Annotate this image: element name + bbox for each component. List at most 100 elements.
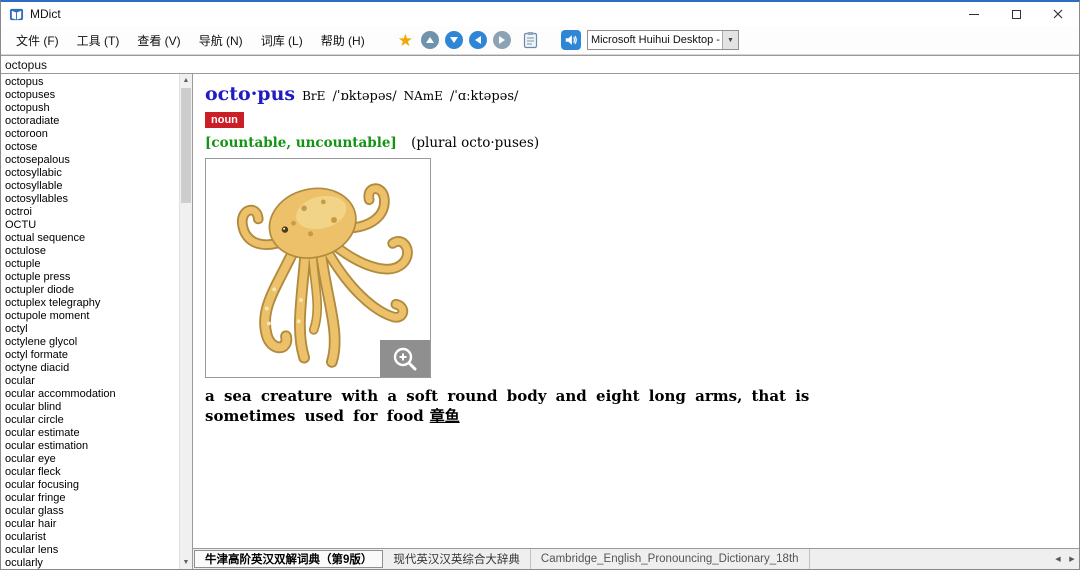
titlebar: MDict xyxy=(1,2,1079,26)
word-list-item[interactable]: octyne diacid xyxy=(1,362,179,375)
word-list-item[interactable]: octylene glycol xyxy=(1,336,179,349)
word-list-item[interactable]: ocular accommodation xyxy=(1,388,179,401)
definition-english: a sea creature with a soft round body an… xyxy=(205,387,809,425)
word-list-item[interactable]: octosyllables xyxy=(1,193,179,206)
word-list-panel: octopus octopuses octopush octoradiate o… xyxy=(1,74,193,569)
nav-down-button[interactable] xyxy=(445,31,463,49)
word-list-item[interactable]: ocular glass xyxy=(1,505,179,518)
word-list-item[interactable]: octopush xyxy=(1,102,179,115)
part-of-speech-badge: noun xyxy=(205,112,244,128)
word-list-item[interactable]: octulose xyxy=(1,245,179,258)
tts-voice-value: Microsoft Huihui Desktop - C xyxy=(588,31,722,49)
word-list-item[interactable]: octopus xyxy=(1,76,179,89)
content-panel: octo·pus BrE /ˈɒktəpəs/ NAmE /ˈɑːktəpəs/… xyxy=(193,74,1079,569)
scrollbar-down-icon[interactable]: ▼ xyxy=(180,556,192,569)
word-list-item[interactable]: ocular estimation xyxy=(1,440,179,453)
toolbar: ★ Microsoft Huihui Desktop xyxy=(398,30,739,50)
entry-image xyxy=(205,158,431,378)
scrollbar-thumb[interactable] xyxy=(181,88,191,203)
search-input[interactable] xyxy=(1,55,1079,74)
tab-cambridge-pronouncing-dictionary[interactable]: Cambridge_English_Pronouncing_Dictionary… xyxy=(531,549,810,569)
word-list-scrollbar[interactable]: ▲ ▼ xyxy=(179,74,192,569)
minimize-button[interactable] xyxy=(953,2,995,26)
minimize-icon xyxy=(969,14,979,15)
word-list-item[interactable]: ocular hair xyxy=(1,518,179,531)
nav-forward-button[interactable] xyxy=(493,31,511,49)
word-list-item[interactable]: octoradiate xyxy=(1,115,179,128)
plural-form: (plural octo·puses) xyxy=(411,135,539,151)
window-title: MDict xyxy=(30,7,953,21)
bre-label: BrE xyxy=(302,89,325,103)
maximize-button[interactable] xyxy=(995,2,1037,26)
up-arrow-icon xyxy=(426,37,434,43)
word-list-item[interactable]: OCTU xyxy=(1,219,179,232)
tab-bar-spacer xyxy=(810,549,1051,569)
mdict-window: MDict 文件 (F) 工具 (T) 查看 (V) 导航 (N) 词库 (L)… xyxy=(0,0,1080,570)
word-list-item[interactable]: octuplex telegraphy xyxy=(1,297,179,310)
word-list-item[interactable]: ocular blind xyxy=(1,401,179,414)
tab-scroll-left-icon[interactable]: ◀ xyxy=(1051,549,1065,569)
bre-pronunciation: /ˈɒktəpəs/ xyxy=(332,89,396,104)
word-list-item[interactable]: ocularly xyxy=(1,557,179,569)
grammar-line: [countable, uncountable] (plural octo·pu… xyxy=(205,135,1069,151)
main-body: octopus octopuses octopush octoradiate o… xyxy=(1,74,1079,569)
menu-navigate[interactable]: 导航 (N) xyxy=(190,28,252,53)
close-button[interactable] xyxy=(1037,2,1079,26)
pronounce-button[interactable] xyxy=(561,30,581,50)
word-list-item[interactable]: ocular fleck xyxy=(1,466,179,479)
word-list-item[interactable]: ocular xyxy=(1,375,179,388)
combo-dropdown-icon[interactable]: ▼ xyxy=(722,31,738,49)
dictionary-entry: octo·pus BrE /ˈɒktəpəs/ NAmE /ˈɑːktəpəs/… xyxy=(193,74,1079,548)
word-list-item[interactable]: ocular circle xyxy=(1,414,179,427)
menu-file[interactable]: 文件 (F) xyxy=(7,28,68,53)
nav-up-button[interactable] xyxy=(421,31,439,49)
word-list-item[interactable]: octupole moment xyxy=(1,310,179,323)
down-arrow-icon xyxy=(450,37,458,43)
tts-voice-select[interactable]: Microsoft Huihui Desktop - C ▼ xyxy=(587,30,739,50)
word-list-item[interactable]: octyl formate xyxy=(1,349,179,362)
word-list-item[interactable]: octosepalous xyxy=(1,154,179,167)
definition: a sea creature with a soft round body an… xyxy=(205,387,825,426)
headword: octo·pus xyxy=(205,83,295,105)
word-list-item[interactable]: ocular estimate xyxy=(1,427,179,440)
tab-scroll-right-icon[interactable]: ▶ xyxy=(1065,549,1079,569)
forward-arrow-icon xyxy=(499,36,505,44)
favorites-star-icon[interactable]: ★ xyxy=(398,32,413,49)
scrollbar-up-icon[interactable]: ▲ xyxy=(180,74,192,87)
word-list-item[interactable]: octosyllabic xyxy=(1,167,179,180)
close-icon xyxy=(1053,9,1063,19)
menu-library[interactable]: 词库 (L) xyxy=(252,28,312,53)
name-label: NAmE xyxy=(404,89,443,103)
word-list-item[interactable]: ocularist xyxy=(1,531,179,544)
word-list-item[interactable]: octroi xyxy=(1,206,179,219)
definition-chinese: 章鱼 xyxy=(430,407,460,425)
tab-oxford-dictionary[interactable]: 牛津高阶英汉双解词典（第9版） xyxy=(194,550,383,568)
word-list-item[interactable]: octyl xyxy=(1,323,179,336)
word-list-item[interactable]: ocular eye xyxy=(1,453,179,466)
word-list-item[interactable]: octupler diode xyxy=(1,284,179,297)
menu-help[interactable]: 帮助 (H) xyxy=(312,28,374,53)
clipboard-icon xyxy=(523,31,538,49)
word-list-item[interactable]: octual sequence xyxy=(1,232,179,245)
word-list-item[interactable]: octopuses xyxy=(1,89,179,102)
word-list-item[interactable]: octuple xyxy=(1,258,179,271)
clipboard-button[interactable] xyxy=(521,30,541,50)
word-list: octopus octopuses octopush octoradiate o… xyxy=(1,76,179,569)
word-list-item[interactable]: ocular focusing xyxy=(1,479,179,492)
image-zoom-button[interactable] xyxy=(380,340,430,377)
word-list-item[interactable]: octoroon xyxy=(1,128,179,141)
menu-view[interactable]: 查看 (V) xyxy=(128,28,189,53)
menu-tools[interactable]: 工具 (T) xyxy=(68,28,129,53)
word-list-item[interactable]: octosyllable xyxy=(1,180,179,193)
tab-modern-cn-en-dictionary[interactable]: 现代英汉汉英综合大辞典 xyxy=(383,549,531,569)
word-list-item[interactable]: ocular lens xyxy=(1,544,179,557)
entry-headline: octo·pus BrE /ˈɒktəpəs/ NAmE /ˈɑːktəpəs/ xyxy=(205,83,1069,105)
dictionary-tab-bar: 牛津高阶英汉双解词典（第9版） 现代英汉汉英综合大辞典 Cambridge_En… xyxy=(193,548,1079,569)
word-list-item[interactable]: octose xyxy=(1,141,179,154)
back-arrow-icon xyxy=(475,36,481,44)
word-list-item[interactable]: ocular fringe xyxy=(1,492,179,505)
word-list-item[interactable]: octuple press xyxy=(1,271,179,284)
nav-back-button[interactable] xyxy=(469,31,487,49)
magnifier-icon xyxy=(392,346,418,372)
app-icon xyxy=(9,7,24,22)
